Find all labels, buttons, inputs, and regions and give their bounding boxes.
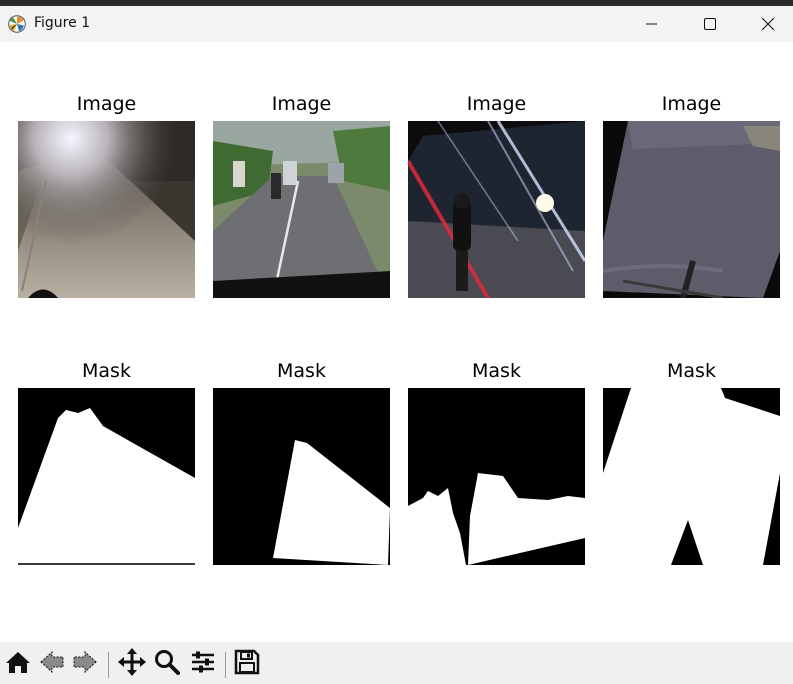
image-title-1: Image [76, 93, 137, 115]
mask-title-3: Mask [472, 360, 521, 382]
close-icon [761, 17, 775, 31]
configure-subplots-icon [190, 649, 216, 679]
configure-subplots-button[interactable] [189, 651, 217, 677]
mask-panel-4 [603, 388, 780, 565]
home-button[interactable] [4, 651, 32, 677]
toolbar-separator [108, 652, 109, 678]
matplotlib-logo-icon [8, 15, 26, 33]
mask-panel-1 [18, 388, 195, 565]
forward-button[interactable] [71, 650, 99, 678]
back-arrow-icon [39, 650, 65, 678]
image-panel-3 [408, 121, 585, 298]
mask-title-2: Mask [277, 360, 326, 382]
toolbar-separator [225, 652, 226, 678]
navigation-toolbar [0, 642, 793, 684]
close-button[interactable] [739, 6, 793, 42]
image-title-3: Image [466, 93, 527, 115]
image-title-2: Image [271, 93, 332, 115]
minimize-button[interactable] [623, 6, 681, 42]
figure-canvas[interactable]: Image Image Image Image Mask Mask Mask M… [0, 42, 793, 642]
image-title-4: Image [661, 93, 722, 115]
pan-move-icon [118, 648, 146, 680]
save-icon [234, 649, 260, 679]
pan-button[interactable] [118, 648, 146, 680]
mask-title-1: Mask [82, 360, 131, 382]
back-button[interactable] [38, 650, 66, 678]
home-icon [5, 650, 31, 678]
maximize-icon [703, 17, 717, 31]
image-panel-1 [18, 121, 195, 298]
minimize-icon [646, 18, 658, 30]
mask-panel-2 [213, 388, 390, 565]
image-panel-4 [603, 121, 780, 298]
zoom-button[interactable] [153, 649, 181, 679]
mask-panel-3 [408, 388, 585, 565]
forward-arrow-icon [72, 650, 98, 678]
save-button[interactable] [233, 649, 261, 679]
window-title: Figure 1 [34, 15, 91, 31]
mask-title-4: Mask [667, 360, 716, 382]
maximize-button[interactable] [681, 6, 739, 42]
image-panel-2 [213, 121, 390, 298]
window-titlebar[interactable]: Figure 1 [0, 6, 793, 42]
zoom-magnifier-icon [154, 649, 180, 679]
